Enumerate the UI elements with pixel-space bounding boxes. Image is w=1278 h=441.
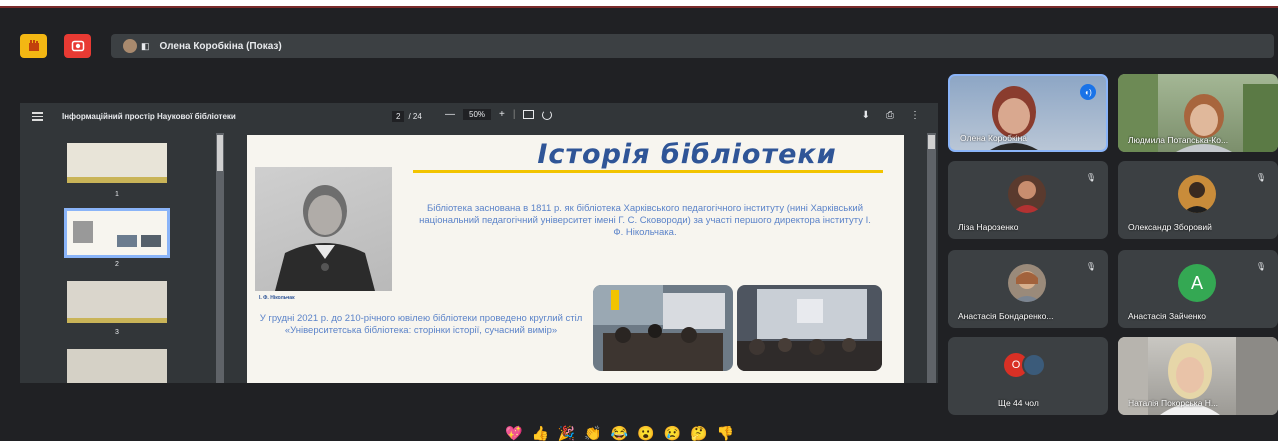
more-participants-tile[interactable]: О Ще 44 чол	[948, 337, 1108, 415]
presentation-chip[interactable]: ◧ Олена Коробкіна (Показ)	[111, 34, 1274, 58]
more-participants-label: Ще 44 чол	[998, 398, 1039, 408]
toolbar-actions: ⬇ ⎙ ⋮	[862, 110, 920, 121]
document-title: Інформаційний простір Наукової бібліотек…	[62, 112, 236, 121]
screen-share-icon: ◧	[141, 40, 150, 51]
thumbs-up-reaction-icon[interactable]: 👍	[531, 425, 548, 441]
party-popper-reaction-icon[interactable]: 🎉	[558, 425, 575, 441]
fit-page-icon[interactable]	[523, 110, 535, 119]
mic-off-icon: 🎙︎	[1085, 173, 1096, 182]
event-photo-1	[593, 285, 733, 371]
slide-paragraph-founding: Бібліотека заснована в 1811 р. як бібліо…	[419, 203, 871, 238]
mic-off-icon: 🎙︎	[1085, 262, 1096, 271]
participant-name: Анастасія Зайченко	[1128, 311, 1206, 321]
participant-avatar	[1008, 264, 1046, 302]
participant-tile[interactable]: 🎙︎ Анастасія Бондаренко...	[948, 250, 1108, 328]
toolbar-divider: |	[512, 109, 516, 120]
zoom-level-input[interactable]: 50%	[463, 109, 492, 120]
pdf-toolbar: Інформаційний простір Наукової бібліотек…	[20, 103, 938, 131]
download-icon[interactable]: ⬇	[862, 110, 870, 121]
record-icon	[71, 40, 84, 52]
thumbnail-number: 3	[115, 329, 119, 336]
zoom-out-button[interactable]: —	[445, 109, 455, 120]
slide-paragraph-round-table: У грудні 2021 р. до 210-річного ювілею б…	[259, 313, 583, 336]
laughing-reaction-icon[interactable]: 😂	[611, 425, 628, 441]
sad-reaction-icon[interactable]: 😢	[664, 425, 681, 441]
speaking-indicator-icon: ◖)	[1080, 84, 1096, 100]
thumbnail-scrollbar[interactable]	[216, 133, 224, 383]
portrait-caption: І. Ф. Нікольчак	[259, 295, 295, 301]
mic-off-icon: 🎙︎	[1255, 262, 1266, 271]
participant-tile[interactable]: ◖) Олена Коробкіна	[948, 74, 1108, 152]
participant-tile[interactable]: 🎙︎ A Анастасія Зайченко	[1118, 250, 1278, 328]
presenter-label: Олена Коробкіна (Показ)	[159, 40, 282, 52]
presenter-avatar	[123, 39, 137, 53]
thumbnail-number: 2	[115, 261, 119, 268]
slide-scrollbar[interactable]	[927, 133, 936, 383]
participant-name: Анастасія Бондаренко...	[958, 311, 1054, 321]
pdf-viewer: Інформаційний простір Наукової бібліотек…	[20, 103, 938, 383]
rotate-icon[interactable]	[542, 109, 553, 120]
participant-name: Олена Коробкіна	[960, 133, 1028, 143]
participant-name: Ліза Нарозенко	[958, 222, 1019, 232]
overflow-avatar-photo	[1022, 353, 1046, 377]
participant-avatar	[1178, 175, 1216, 213]
recording-button[interactable]	[64, 34, 91, 58]
print-icon[interactable]: ⎙	[886, 110, 894, 121]
video-call-window: ◧ Олена Коробкіна (Показ) Інформаційний …	[0, 6, 1278, 441]
participant-tile[interactable]: Наталія Покорська Н...	[1118, 337, 1278, 415]
zoom-in-button[interactable]: +	[499, 109, 505, 120]
participant-avatar	[1008, 175, 1046, 213]
participant-tile[interactable]: 🎙︎ Олександр Зборовий	[1118, 161, 1278, 239]
thumbnail-page-1[interactable]	[67, 143, 167, 183]
portrait-image	[255, 167, 392, 291]
thumbs-down-reaction-icon[interactable]: 👎	[717, 425, 734, 441]
thinking-reaction-icon[interactable]: 🤔	[690, 425, 707, 441]
thumbnail-number: 1	[115, 191, 119, 198]
thumbnail-sidebar: 1 2 3	[20, 131, 220, 383]
slide-page: Історія бібліотеки І. Ф. Нікольчак Біблі…	[247, 135, 904, 383]
raise-hand-button[interactable]	[20, 34, 47, 58]
page-total: / 24	[408, 112, 422, 121]
thumbnail-page-3[interactable]	[67, 281, 167, 323]
menu-icon[interactable]	[32, 112, 43, 121]
participant-tile[interactable]: 🎙︎ Ліза Нарозенко	[948, 161, 1108, 239]
thumbnail-page-2[interactable]	[64, 208, 170, 258]
more-options-icon[interactable]: ⋮	[910, 110, 920, 121]
page-number-input[interactable]: 2	[392, 111, 405, 122]
clap-reaction-icon[interactable]: 👏	[584, 425, 601, 441]
heart-reaction-icon[interactable]: 💖	[505, 425, 522, 441]
page-indicator: 2 / 24	[392, 111, 422, 122]
participant-tile[interactable]: Людмила Потапська-Ко...	[1118, 74, 1278, 152]
participant-name: Олександр Зборовий	[1128, 222, 1212, 232]
slide-title: Історія бібліотеки	[537, 139, 837, 170]
thumbnail-page-4[interactable]	[67, 349, 167, 383]
hand-icon	[28, 40, 39, 51]
event-photo-2	[737, 285, 882, 371]
title-underline	[413, 170, 883, 173]
overflow-avatars: О	[1004, 353, 1054, 377]
reactions-bar: 💖 👍 🎉 👏 😂 😮 😢 🤔 👎	[505, 425, 734, 441]
zoom-controls: — 50% + |	[445, 109, 553, 120]
participant-name: Наталія Покорська Н...	[1128, 398, 1219, 408]
participant-avatar: A	[1178, 264, 1216, 302]
mic-off-icon: 🎙︎	[1255, 173, 1266, 182]
participant-name: Людмила Потапська-Ко...	[1128, 135, 1229, 145]
surprised-reaction-icon[interactable]: 😮	[637, 425, 654, 441]
